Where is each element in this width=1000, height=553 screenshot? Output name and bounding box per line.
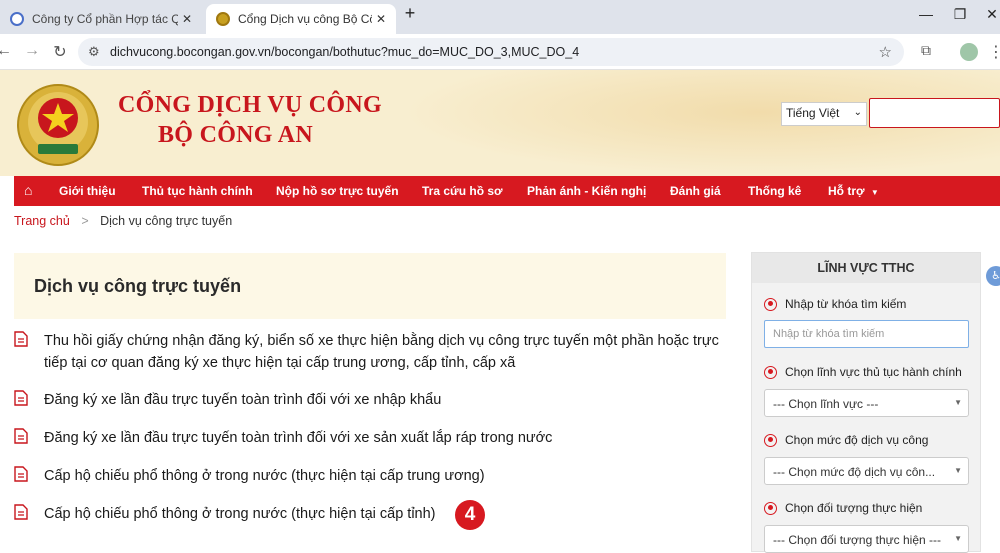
document-icon xyxy=(14,390,28,406)
document-icon xyxy=(14,466,28,482)
tab-cong-ty[interactable]: Công ty Cổ phần Hợp tác Quốc ✕ xyxy=(0,4,202,34)
radio-label: Nhập từ khóa tìm kiếm xyxy=(785,297,907,311)
radio-selected-icon xyxy=(764,501,777,515)
level-select[interactable]: --- Chọn mức độ dịch vụ côn... ▼ xyxy=(764,457,969,485)
service-link[interactable]: Thu hồi giấy chứng nhận đăng ký, biển số… xyxy=(44,330,734,374)
caret-down-icon: ▼ xyxy=(870,188,879,197)
select-value: --- Chọn đối tượng thực hiện --- xyxy=(773,533,941,547)
caret-down-icon: ▼ xyxy=(954,466,962,475)
document-icon xyxy=(14,331,28,347)
nav-gioi-thieu[interactable]: Giới thiệu xyxy=(59,184,116,198)
close-icon[interactable]: ✕ xyxy=(372,12,390,26)
page-title: Dịch vụ công trực tuyến xyxy=(34,276,242,296)
target-select[interactable]: --- Chọn đối tượng thực hiện --- ▼ xyxy=(764,525,969,553)
nav-thong-ke[interactable]: Thống kê xyxy=(748,184,801,198)
main-nav: ⌂ Giới thiệu Thủ tục hành chính Nộp hồ s… xyxy=(14,176,1000,206)
puzzle-icon[interactable]: ⧉ xyxy=(916,42,936,59)
radio-keyword[interactable]: Nhập từ khóa tìm kiếm xyxy=(764,297,906,311)
radio-field[interactable]: Chọn lĩnh vực thủ tục hành chính xyxy=(764,365,962,379)
sidebar-title: LĨNH VỰC TTHC xyxy=(752,253,980,283)
browser-tab-bar: Công ty Cổ phần Hợp tác Quốc ✕ Cổng Dịch… xyxy=(0,0,1000,34)
back-arrow-icon[interactable]: ← xyxy=(0,42,14,60)
radio-selected-icon xyxy=(764,433,777,447)
radio-label: Chọn mức độ dịch vụ công xyxy=(785,433,929,447)
document-icon xyxy=(14,428,28,444)
service-link[interactable]: Cấp hộ chiếu phổ thông ở trong nước (thự… xyxy=(44,503,734,525)
url-field[interactable]: ⚙ dichvucong.bocongan.gov.vn/bocongan/bo… xyxy=(78,38,904,66)
service-link[interactable]: Đăng ký xe lần đầu trực tuyến toàn trình… xyxy=(44,389,734,411)
site-header: CỔNG DỊCH VỤ CÔNG BỘ CÔNG AN Tiếng Việt … xyxy=(0,70,1000,176)
list-item[interactable]: Đăng ký xe lần đầu trực tuyến toàn trình… xyxy=(14,427,726,449)
radio-label: Chọn lĩnh vực thủ tục hành chính xyxy=(785,365,962,379)
profile-avatar[interactable] xyxy=(960,43,978,61)
sidebar-filter: LĨNH VỰC TTHC Nhập từ khóa tìm kiếm Nhập… xyxy=(751,252,981,553)
radio-level[interactable]: Chọn mức độ dịch vụ công xyxy=(764,433,928,447)
list-item[interactable]: Đăng ký xe lần đầu trực tuyến toàn trình… xyxy=(14,389,726,411)
accessibility-icon[interactable]: ♿ xyxy=(986,266,1000,286)
site-info-icon[interactable]: ⚙ xyxy=(88,44,100,60)
keyword-input[interactable]: Nhập từ khóa tìm kiếm xyxy=(764,320,969,348)
breadcrumb-separator: > xyxy=(81,214,89,228)
nav-tra-cuu[interactable]: Tra cứu hồ sơ xyxy=(422,184,503,198)
kebab-menu-icon[interactable]: ⋮ xyxy=(986,42,1000,62)
caret-down-icon: ▼ xyxy=(954,534,962,543)
nav-ho-tro-label: Hỗ trợ xyxy=(828,184,865,198)
language-select[interactable]: Tiếng Việt ⌄ xyxy=(781,102,867,126)
list-item[interactable]: Thu hồi giấy chứng nhận đăng ký, biển số… xyxy=(14,330,726,374)
minimize-icon[interactable]: — xyxy=(916,6,936,22)
window-close-icon[interactable]: ✕ xyxy=(982,6,1000,23)
service-link[interactable]: Cấp hộ chiếu phổ thông ở trong nước (thự… xyxy=(44,465,734,487)
nav-phan-anh[interactable]: Phản ánh - Kiến nghị xyxy=(527,184,646,198)
list-item[interactable]: Cấp hộ chiếu phổ thông ở trong nước (thự… xyxy=(14,503,726,525)
restore-icon[interactable]: ❐ xyxy=(950,6,970,23)
select-value: --- Chọn mức độ dịch vụ côn... xyxy=(773,465,936,479)
chevron-down-icon: ⌄ xyxy=(853,107,862,118)
close-icon[interactable]: ✕ xyxy=(178,12,196,26)
tab-favicon-icon xyxy=(10,12,24,26)
list-item[interactable]: Cấp hộ chiếu phổ thông ở trong nước (thự… xyxy=(14,465,726,487)
new-tab-button[interactable]: + xyxy=(400,3,420,24)
address-bar: ← → ↻ ⚙ dichvucong.bocongan.gov.vn/bocon… xyxy=(0,34,1000,70)
caret-down-icon: ▼ xyxy=(954,398,962,407)
nav-ho-tro[interactable]: Hỗ trợ ▼ xyxy=(828,184,879,198)
forward-arrow-icon[interactable]: → xyxy=(22,42,42,60)
field-select[interactable]: --- Chọn lĩnh vực --- ▼ xyxy=(764,389,969,417)
step-badge: 4 xyxy=(455,500,485,530)
content-heading-box: Dịch vụ công trực tuyến xyxy=(14,253,726,319)
radio-selected-icon xyxy=(764,297,777,311)
radio-selected-icon xyxy=(764,365,777,379)
police-emblem-icon xyxy=(17,84,99,166)
site-title-line2: BỘ CÔNG AN xyxy=(158,122,314,148)
breadcrumb: Trang chủ > Dịch vụ công trực tuyến xyxy=(14,214,232,228)
service-link[interactable]: Đăng ký xe lần đầu trực tuyến toàn trình… xyxy=(44,427,734,449)
tab-title: Cổng Dịch vụ công Bộ Công an xyxy=(238,12,372,26)
home-icon[interactable]: ⌂ xyxy=(24,182,32,198)
nav-thu-tuc[interactable]: Thủ tục hành chính xyxy=(142,184,253,198)
document-icon xyxy=(14,504,28,520)
nav-nop-ho-so[interactable]: Nộp hồ sơ trực tuyến xyxy=(276,184,399,198)
tab-cong-dich-vu[interactable]: Cổng Dịch vụ công Bộ Công an ✕ xyxy=(206,4,396,34)
police-favicon-icon xyxy=(216,12,230,26)
select-value: --- Chọn lĩnh vực --- xyxy=(773,397,879,411)
url-text: dichvucong.bocongan.gov.vn/bocongan/both… xyxy=(110,45,580,59)
tab-title: Công ty Cổ phần Hợp tác Quốc xyxy=(32,12,178,26)
reload-icon[interactable]: ↻ xyxy=(50,42,70,62)
breadcrumb-home[interactable]: Trang chủ xyxy=(14,214,70,228)
radio-target[interactable]: Chọn đối tượng thực hiện xyxy=(764,501,922,515)
language-value: Tiếng Việt xyxy=(786,106,840,120)
nav-danh-gia[interactable]: Đánh giá xyxy=(670,184,721,198)
star-icon[interactable]: ☆ xyxy=(879,43,892,61)
breadcrumb-current: Dịch vụ công trực tuyến xyxy=(100,214,233,228)
header-search-input[interactable] xyxy=(869,98,1000,128)
site-title-line1: CỔNG DỊCH VỤ CÔNG xyxy=(118,92,383,118)
radio-label: Chọn đối tượng thực hiện xyxy=(785,501,923,515)
